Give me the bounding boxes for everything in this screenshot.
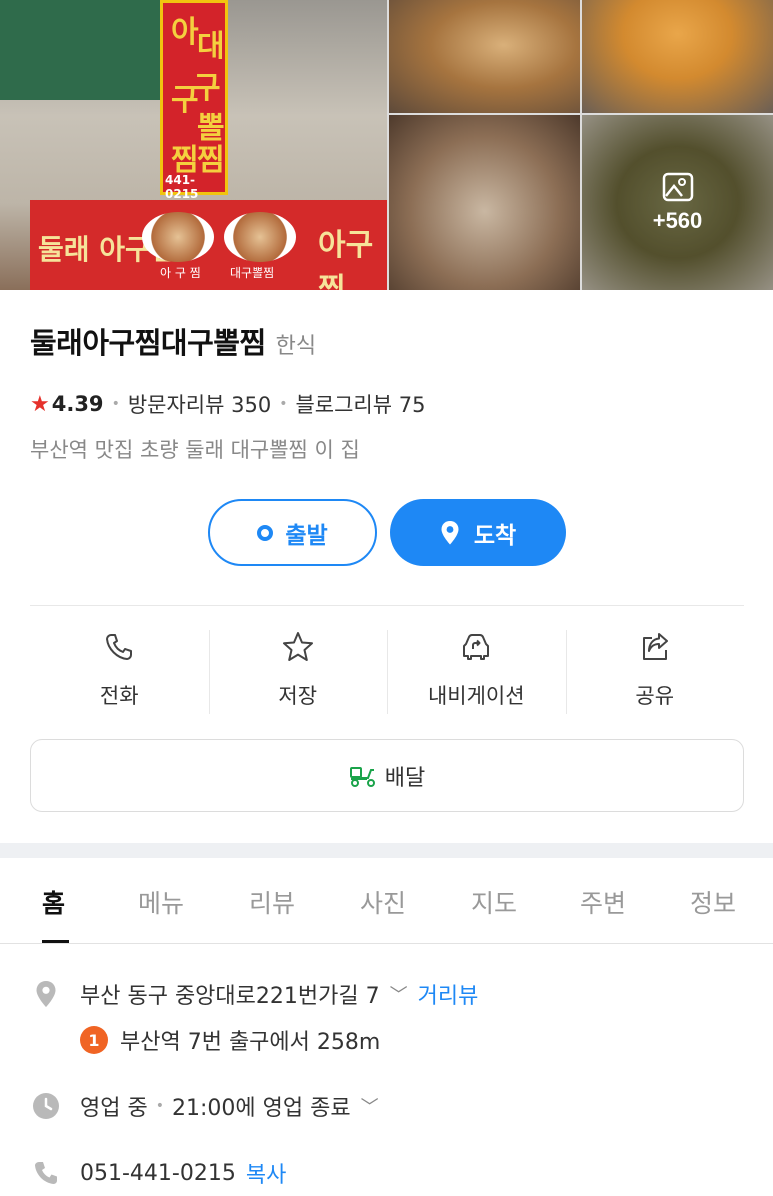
active-tab-indicator — [42, 940, 69, 943]
rating-value: 4.39 — [51, 392, 104, 416]
phone-icon — [106, 634, 133, 660]
star-icon: ★ — [30, 391, 50, 417]
car-navigation-icon — [463, 634, 490, 660]
subway-line-badge: 1 — [80, 1026, 108, 1054]
more-photos-tile[interactable]: +560 — [582, 115, 773, 290]
tab-reviews[interactable]: 리뷰 — [249, 884, 295, 920]
copy-phone-link[interactable]: 복사 — [246, 1157, 286, 1189]
awning — [0, 0, 160, 100]
photo-gallery: 아 대 구 구 뽈 찜 찜 441-0215 둘래 아구찜 아 구 찜 대구뽈찜… — [0, 0, 773, 290]
separator-dot: • — [155, 1098, 164, 1114]
action-bar: 전화 저장 내비게이션 공유 — [30, 628, 744, 716]
place-category: 한식 — [275, 334, 317, 359]
separator-dot: • — [111, 396, 120, 412]
visitor-reviews-link[interactable]: 방문자리뷰 350 — [128, 389, 271, 419]
start-label: 출발 — [285, 522, 328, 549]
tab-nearby[interactable]: 주변 — [580, 884, 626, 920]
main-photo[interactable]: 아 대 구 구 뽈 찜 찜 441-0215 둘래 아구찜 아 구 찜 대구뽈찜… — [0, 0, 387, 290]
call-label: 전화 — [99, 684, 139, 708]
separator-dot: • — [279, 396, 288, 412]
blog-reviews-link[interactable]: 블로그리뷰 75 — [295, 389, 425, 419]
tab-map[interactable]: 지도 — [471, 884, 517, 920]
share-icon — [642, 633, 668, 660]
phone-number[interactable]: 051-441-0215 — [80, 1161, 236, 1186]
close-time[interactable]: 21:00에 영업 종료 — [172, 1090, 351, 1122]
street-view-link[interactable]: 거리뷰 — [418, 978, 479, 1010]
address-text[interactable]: 부산 동구 중앙대로221번가길 7 — [80, 978, 380, 1010]
sign-caption: 대구뽈찜 — [230, 266, 275, 280]
food-photo[interactable] — [582, 0, 773, 113]
tab-bar: 홈 메뉴 리뷰 사진 지도 주변 정보 — [0, 858, 773, 944]
place-description: 부산역 맛집 초량 둘래 대구뽈찜 이 집 — [30, 438, 360, 462]
save-label: 저장 — [278, 684, 318, 708]
sign-char: 대 — [197, 29, 225, 64]
image-icon — [662, 172, 693, 201]
save-button[interactable]: 저장 — [208, 628, 388, 716]
star-outline-icon — [282, 632, 313, 661]
chevron-down-icon[interactable]: ﹀ — [361, 1093, 379, 1119]
title-row: 둘래아구찜대구뽈찜 한식 — [30, 320, 316, 362]
dish-image — [224, 212, 296, 262]
food-photo[interactable] — [389, 0, 580, 113]
section-separator — [0, 843, 773, 858]
tab-photos[interactable]: 사진 — [360, 884, 406, 920]
origin-icon — [257, 524, 274, 541]
phone-icon — [30, 1160, 62, 1186]
sign-right-text: 아구찜 — [318, 228, 374, 290]
photo-count: +560 — [652, 207, 703, 233]
place-name: 둘래아구찜대구뽈찜 — [30, 326, 266, 360]
open-status: 영업 중 — [80, 1096, 148, 1121]
dish-image — [142, 212, 214, 262]
chevron-down-icon[interactable]: ﹀ — [390, 981, 408, 1007]
delivery-button[interactable]: 배달 — [30, 739, 744, 812]
food-photo[interactable] — [389, 115, 580, 290]
sign-char: 아 — [171, 15, 199, 50]
clock-icon — [30, 1092, 62, 1120]
share-button[interactable]: 공유 — [565, 628, 745, 716]
more-photos-overlay: +560 — [582, 115, 773, 290]
navigation-button[interactable]: 내비게이션 — [387, 628, 566, 716]
delivery-label: 배달 — [384, 765, 426, 791]
subway-row: 1 부산역 7번 출구에서 258m — [80, 1024, 380, 1056]
sign-phone: 441-0215 — [165, 173, 199, 201]
subway-direction: 부산역 7번 출구에서 258m — [120, 1030, 381, 1055]
call-button[interactable]: 전화 — [30, 628, 209, 716]
start-button[interactable]: 출발 — [208, 499, 377, 566]
rating-row: ★ 4.39 • 방문자리뷰 350 • 블로그리뷰 75 — [30, 389, 425, 419]
share-label: 공유 — [635, 684, 675, 708]
destination-button[interactable]: 도착 — [390, 499, 566, 566]
tab-home[interactable]: 홈 — [42, 884, 65, 920]
tab-info[interactable]: 정보 — [690, 884, 736, 920]
destination-label: 도착 — [473, 522, 517, 549]
hours-row: 영업 중 • 21:00에 영업 종료 ﹀ — [30, 1090, 379, 1122]
vertical-sign: 아 대 구 구 뽈 찜 찜 441-0215 — [160, 0, 228, 201]
navigation-label: 내비게이션 — [427, 684, 525, 708]
sign-caption: 아 구 찜 — [160, 266, 201, 280]
tab-menu[interactable]: 메뉴 — [138, 884, 184, 920]
sign-char: 구 — [171, 83, 199, 118]
address-row: 부산 동구 중앙대로221번가길 7 ﹀ 거리뷰 — [30, 978, 478, 1010]
delivery-scooter-icon — [349, 766, 375, 787]
location-pin-icon — [441, 520, 459, 544]
horizontal-sign: 둘래 아구찜 아 구 찜 대구뽈찜 아구찜 — [30, 200, 387, 290]
location-pin-icon — [30, 980, 62, 1008]
phone-row: 051-441-0215 복사 — [30, 1157, 286, 1189]
divider — [30, 605, 744, 606]
